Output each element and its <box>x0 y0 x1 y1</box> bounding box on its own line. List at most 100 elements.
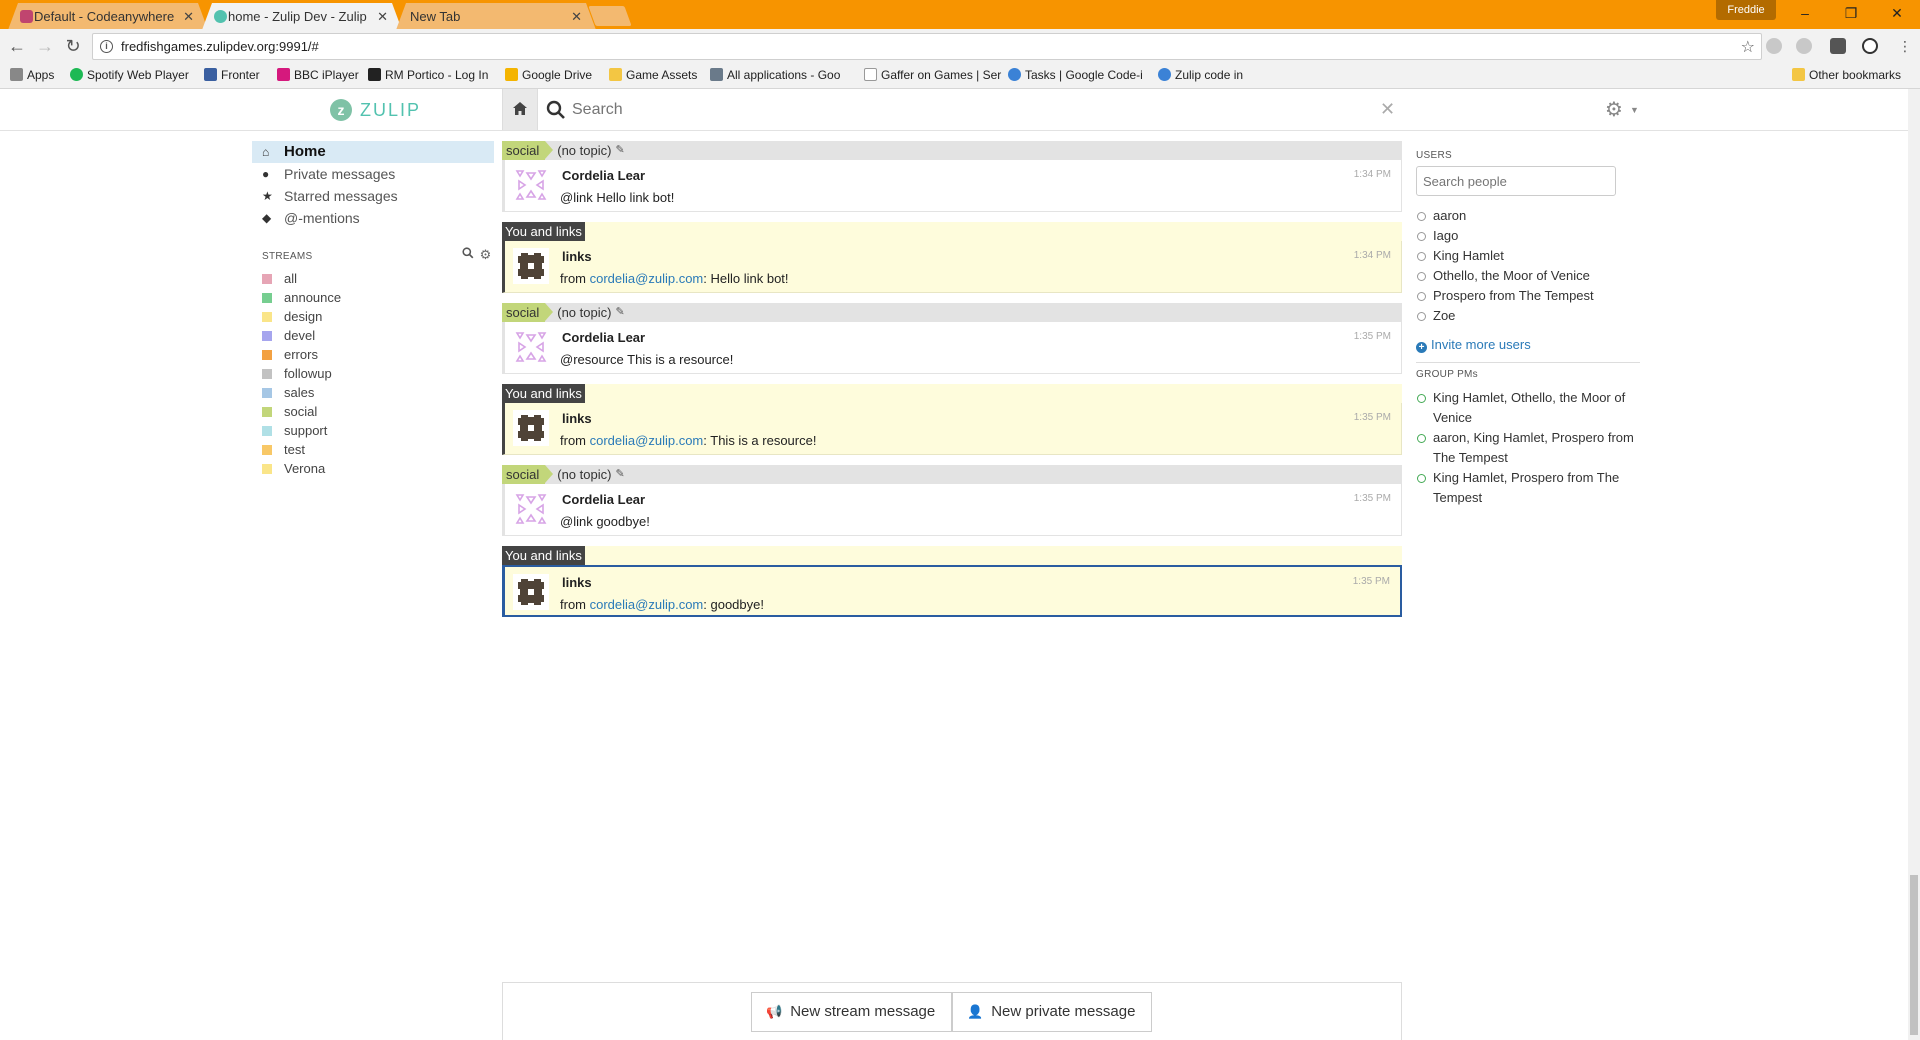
browser-menu-icon[interactable]: ⋮ <box>1894 35 1916 57</box>
nav-starred-messages[interactable]: ★ Starred messages <box>252 185 494 207</box>
stream-settings-gear-icon[interactable]: ⚙ <box>480 247 492 262</box>
nav-home[interactable]: ⌂ Home <box>252 141 494 163</box>
recipient-bar[interactable]: social (no topic) ✎ <box>502 303 1402 322</box>
profile-button[interactable]: Freddie <box>1716 0 1776 20</box>
search-input[interactable] <box>572 98 1372 122</box>
group-pm-item[interactable]: aaron, King Hamlet, Prospero from The Te… <box>1416 428 1640 468</box>
bookmark-all-applications[interactable]: All applications - Goo <box>710 67 840 84</box>
invite-more-users-link[interactable]: + Invite more users <box>1416 337 1531 353</box>
extension-icon[interactable] <box>1862 38 1878 54</box>
nav-private-messages[interactable]: ● Private messages <box>252 163 494 185</box>
browser-tab-zulip[interactable]: home - Zulip Dev - Zulip ✕ <box>202 3 402 30</box>
message-timestamp[interactable]: 1:34 PM <box>1354 250 1391 261</box>
email-link[interactable]: cordelia@zulip.com <box>590 597 704 612</box>
recipient-bar[interactable]: You and links <box>502 384 1402 403</box>
message-timestamp[interactable]: 1:35 PM <box>1353 576 1390 587</box>
url-text[interactable]: fredfishgames.zulipdev.org:9991/# <box>121 39 319 54</box>
stream-item[interactable]: followup <box>262 364 341 383</box>
recipient-bar[interactable]: social (no topic) ✎ <box>502 465 1402 484</box>
stream-item[interactable]: design <box>262 307 341 326</box>
sender-name[interactable]: links <box>562 575 592 590</box>
bookmark-apps[interactable]: Apps <box>10 67 54 84</box>
stream-item[interactable]: test <box>262 440 341 459</box>
scrollbar-thumb[interactable] <box>1910 875 1918 1035</box>
pm-recipient-label[interactable]: You and links <box>502 222 585 241</box>
address-bar[interactable]: i fredfishgames.zulipdev.org:9991/# ☆ <box>92 33 1762 60</box>
message-row[interactable]: links 1:35 PM from cordelia@zulip.com: goo… <box>502 565 1402 617</box>
avatar[interactable] <box>513 574 549 610</box>
back-arrow-icon[interactable]: ← <box>6 35 28 57</box>
new-private-message-button[interactable]: 👤 New private message <box>952 992 1153 1032</box>
avatar[interactable] <box>513 329 549 365</box>
nav-mentions[interactable]: ◆ @-mentions <box>252 207 494 229</box>
message-row[interactable]: links 1:35 PM from cordelia@zulip.com: Thi… <box>502 403 1402 455</box>
reload-icon[interactable]: ↻ <box>62 35 84 57</box>
recipient-bar[interactable]: You and links <box>502 546 1402 565</box>
extension-icon[interactable] <box>1796 38 1812 54</box>
gear-icon[interactable]: ⚙ <box>1605 97 1623 122</box>
bookmark-spotify[interactable]: Spotify Web Player <box>70 67 189 84</box>
caret-down-icon[interactable]: ▼ <box>1630 105 1639 115</box>
stream-item[interactable]: support <box>262 421 341 440</box>
message-timestamp[interactable]: 1:35 PM <box>1354 493 1391 504</box>
topic-label[interactable]: (no topic) <box>557 141 611 160</box>
message-timestamp[interactable]: 1:35 PM <box>1354 412 1391 423</box>
stream-label[interactable]: social <box>502 141 554 160</box>
message-row[interactable]: Cordelia Lear 1:35 PM @link goodbye! <box>502 484 1402 536</box>
pencil-icon[interactable]: ✎ <box>615 465 624 484</box>
stream-label[interactable]: social <box>502 465 554 484</box>
pm-recipient-label[interactable]: You and links <box>502 384 585 403</box>
page-scrollbar[interactable] <box>1908 89 1920 1040</box>
bookmark-star-icon[interactable]: ☆ <box>1741 37 1755 57</box>
avatar[interactable] <box>513 491 549 527</box>
bookmark-rm-portico[interactable]: RM Portico - Log In <box>368 67 488 84</box>
user-item[interactable]: King Hamlet <box>1416 246 1640 266</box>
user-item[interactable]: Zoe <box>1416 306 1640 326</box>
pencil-icon[interactable]: ✎ <box>615 303 624 322</box>
stream-item[interactable]: devel <box>262 326 341 345</box>
browser-tab-new[interactable]: New Tab ✕ <box>396 3 596 30</box>
browser-tab-codeanywhere[interactable]: Default - Codeanywhere ✕ <box>8 3 208 30</box>
message-timestamp[interactable]: 1:34 PM <box>1354 169 1391 180</box>
group-pm-item[interactable]: King Hamlet, Othello, the Moor of Venice <box>1416 388 1640 428</box>
close-tab-icon[interactable]: ✕ <box>377 3 388 30</box>
sender-name[interactable]: links <box>562 411 592 426</box>
stream-item[interactable]: announce <box>262 288 341 307</box>
bookmark-google-drive[interactable]: Google Drive <box>505 67 592 84</box>
close-tab-icon[interactable]: ✕ <box>183 3 194 30</box>
pm-recipient-label[interactable]: You and links <box>502 546 585 565</box>
restore-icon[interactable]: ❐ <box>1828 0 1874 27</box>
message-row[interactable]: links 1:34 PM from cordelia@zulip.com: Hel… <box>502 241 1402 293</box>
stream-item[interactable]: Verona <box>262 459 341 478</box>
recipient-bar[interactable]: social (no topic) ✎ <box>502 141 1402 160</box>
forward-arrow-icon[interactable]: → <box>34 35 56 57</box>
new-stream-message-button[interactable]: 📢 New stream message <box>751 992 953 1032</box>
message-timestamp[interactable]: 1:35 PM <box>1354 331 1391 342</box>
home-button[interactable] <box>502 89 538 130</box>
stream-item[interactable]: social <box>262 402 341 421</box>
search-streams-icon[interactable] <box>462 247 474 259</box>
close-search-icon[interactable]: ✕ <box>1380 99 1395 120</box>
extension-icon[interactable] <box>1830 38 1846 54</box>
info-icon[interactable]: i <box>100 40 113 53</box>
user-item[interactable]: aaron <box>1416 206 1640 226</box>
email-link[interactable]: cordelia@zulip.com <box>590 433 704 448</box>
sender-name[interactable]: Cordelia Lear <box>562 492 645 507</box>
new-tab-button[interactable] <box>588 6 632 26</box>
bookmark-zulip-code-in[interactable]: Zulip code in <box>1158 67 1243 84</box>
user-item[interactable]: Iago <box>1416 226 1640 246</box>
stream-label[interactable]: social <box>502 303 554 322</box>
avatar[interactable] <box>513 248 549 284</box>
topic-label[interactable]: (no topic) <box>557 303 611 322</box>
sender-name[interactable]: Cordelia Lear <box>562 330 645 345</box>
close-tab-icon[interactable]: ✕ <box>571 3 582 30</box>
sender-name[interactable]: links <box>562 249 592 264</box>
avatar[interactable] <box>513 167 549 203</box>
other-bookmarks[interactable]: Other bookmarks <box>1792 67 1901 84</box>
email-link[interactable]: cordelia@zulip.com <box>590 271 704 286</box>
user-item[interactable]: Othello, the Moor of Venice <box>1416 266 1640 286</box>
stream-item[interactable]: sales <box>262 383 341 402</box>
user-item[interactable]: Prospero from The Tempest <box>1416 286 1640 306</box>
sender-name[interactable]: Cordelia Lear <box>562 168 645 183</box>
extension-icon[interactable] <box>1766 38 1782 54</box>
